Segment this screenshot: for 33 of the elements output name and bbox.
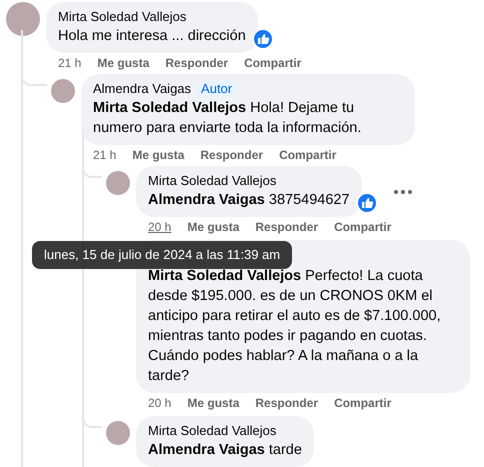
comment-text: Mirta Soledad Vallejos Hola! Dejame tu numero para enviarte toda la información. xyxy=(93,99,362,138)
action-link[interactable]: Me gusta xyxy=(132,148,184,163)
avatar[interactable] xyxy=(106,171,130,195)
author-name[interactable]: Mirta Soledad Vallejos xyxy=(148,422,276,439)
avatar[interactable] xyxy=(51,79,75,103)
action-link[interactable]: Compartir xyxy=(279,148,336,163)
action-link[interactable]: Responder xyxy=(255,396,318,411)
comment-text: Mirta Soledad Vallejos Perfecto! La cuota desde $195.000. es de un CRONOS 0KM el anticipo para retirar el auto es de $7.100.000, mientras tanto podes ir pagando en cuotas. Cuándo podes hablar? A la mañana o a la tarde? xyxy=(148,267,442,386)
action-link[interactable]: Compartir xyxy=(334,396,392,411)
comment-text: Hola me interesa ... dirección xyxy=(58,27,246,46)
comment-text: Almendra Vaigas 3875494627 xyxy=(148,191,350,210)
action-link[interactable]: Responder xyxy=(165,56,228,71)
action-link[interactable]: Me gusta xyxy=(187,396,240,411)
action-link[interactable]: Me gusta xyxy=(97,56,150,71)
action-link[interactable]: Compartir xyxy=(334,220,392,235)
action-link[interactable]: Responder xyxy=(200,148,264,163)
like-reaction-icon[interactable] xyxy=(356,192,378,214)
author-name[interactable]: Mirta Soledad Vallejos xyxy=(148,172,276,189)
date-tooltip: lunes, 15 de julio de 2024 a las 11:39 am xyxy=(32,241,292,269)
timestamp-link[interactable]: 20 h xyxy=(148,396,172,411)
author-name[interactable]: Mirta Soledad Vallejos xyxy=(58,8,186,25)
author-badge: Autor xyxy=(197,80,236,96)
avatar[interactable] xyxy=(106,421,130,445)
timestamp-link[interactable]: 21 h xyxy=(93,148,116,163)
author-name[interactable]: Almendra Vaigas xyxy=(93,80,192,97)
comment-text: Almendra Vaigas tarde xyxy=(148,441,302,460)
action-link[interactable]: Compartir xyxy=(244,56,302,71)
action-link[interactable]: Me gusta xyxy=(187,220,240,235)
like-reaction-icon[interactable] xyxy=(252,28,274,50)
timestamp-link[interactable]: 21 h xyxy=(58,56,82,71)
action-link[interactable]: Responder xyxy=(255,220,318,235)
avatar[interactable] xyxy=(6,2,40,36)
timestamp-link[interactable]: 20 h xyxy=(148,220,172,235)
